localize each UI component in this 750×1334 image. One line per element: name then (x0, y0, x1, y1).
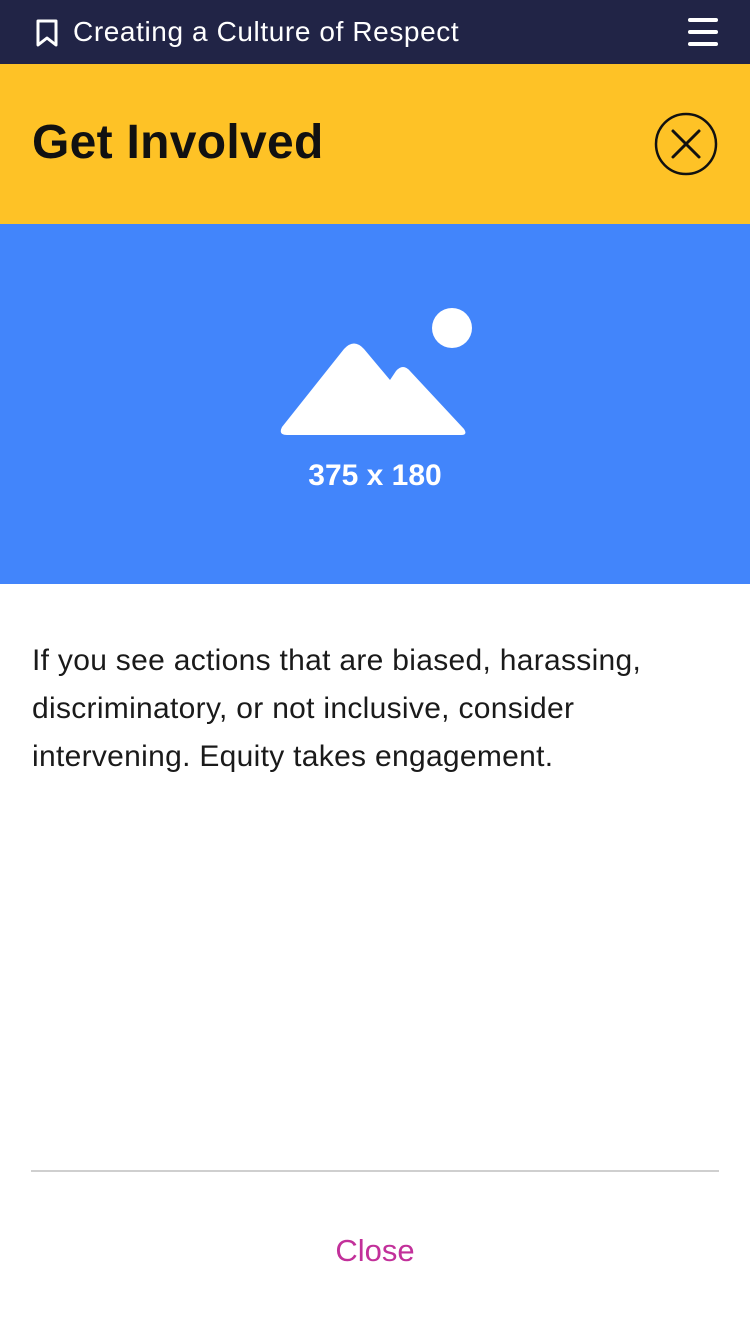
hero-image-placeholder: 375 x 180 (0, 224, 750, 584)
hamburger-menu-icon[interactable] (682, 14, 722, 50)
divider (31, 1170, 719, 1172)
page-title: Get Involved (32, 116, 324, 169)
image-dimensions-label: 375 x 180 (308, 459, 442, 492)
image-placeholder-icon (280, 308, 472, 435)
body-text: If you see actions that are biased, hara… (32, 644, 642, 773)
bookmark-icon[interactable] (34, 18, 62, 48)
close-circle-icon[interactable] (654, 112, 718, 176)
modal-header: Get Involved (0, 64, 750, 224)
app-title: Creating a Culture of Respect (73, 16, 460, 47)
get-involved-modal: Creating a Culture of Respect Get Involv… (0, 0, 750, 1334)
close-button[interactable]: Close (275, 1226, 475, 1276)
top-bar: Creating a Culture of Respect (0, 0, 750, 64)
